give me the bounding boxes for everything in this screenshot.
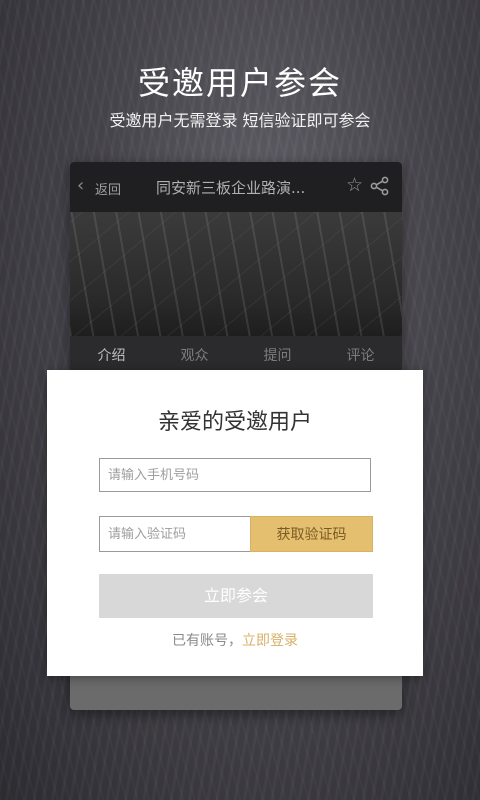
verification-code-input[interactable] bbox=[99, 516, 250, 552]
dialog-title: 亲爱的受邀用户 bbox=[157, 410, 312, 435]
phone-number-input[interactable] bbox=[99, 458, 371, 492]
login-prompt: 已有账号，立即登录 bbox=[47, 630, 423, 650]
share-icon bbox=[370, 176, 390, 200]
invite-login-dialog: 亲爱的受邀用户 获取验证码 立即参会 已有账号，立即登录 bbox=[47, 370, 423, 676]
get-code-button[interactable]: 获取验证码 bbox=[250, 516, 373, 552]
chevron-left-icon: ‹ bbox=[77, 175, 85, 196]
page-title: 受邀用户参会 bbox=[137, 64, 342, 102]
star-icon: ☆ bbox=[346, 174, 364, 196]
preview-title: 同安新三板企业路演... bbox=[156, 179, 306, 197]
preview-navbar: ‹ 返回 同安新三板企业路演... ☆ bbox=[70, 162, 402, 212]
join-now-button[interactable]: 立即参会 bbox=[99, 574, 373, 618]
page-subtitle: 受邀用户无需登录 短信验证即可参会 bbox=[109, 111, 371, 130]
preview-banner-image bbox=[70, 212, 402, 336]
login-prefix-text: 已有账号， bbox=[172, 633, 242, 649]
preview-back-label: 返回 bbox=[95, 183, 122, 198]
login-link[interactable]: 立即登录 bbox=[242, 633, 298, 649]
